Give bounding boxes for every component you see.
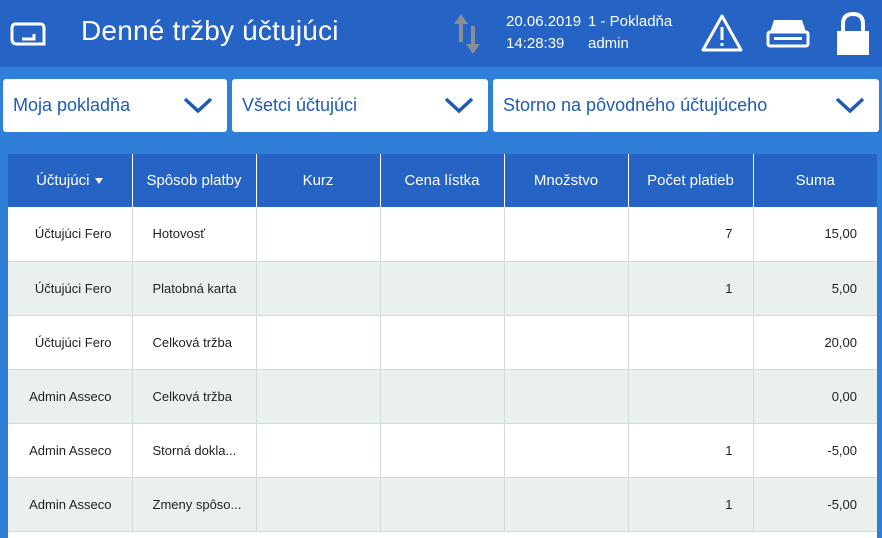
top-bar: Denné tržby účtujúci 20.06.2019 14:28:39… (0, 0, 882, 67)
table-row[interactable]: Účtujúci Fero Hotovosť 7 15,00 (8, 207, 877, 262)
cell-rate (256, 207, 381, 262)
cashier-select[interactable]: Všetci účtujúci (232, 79, 488, 132)
cell-cashier: Admin Asseco (8, 477, 133, 532)
page-title: Denné tržby účtujúci (81, 15, 339, 46)
cell-sum: 5,00 (753, 261, 877, 316)
cell-payment: Celková tržba (132, 369, 257, 424)
cell-quantity (504, 369, 629, 424)
sales-table: Účtujúci Spôsob platby Kurz Cena lístka … (8, 154, 877, 538)
cell-payment: Celková tržba (132, 315, 257, 370)
cell-rate (256, 423, 381, 478)
cell-payment: Storná dokla... (132, 423, 257, 478)
cell-sum: -5,00 (753, 423, 877, 478)
cell-payment: Platobná karta (132, 261, 257, 316)
table-row[interactable]: Admin Asseco Celková tržba 0,00 (8, 369, 877, 424)
cell-cashier: Admin Asseco (8, 423, 133, 478)
printer-icon[interactable] (766, 16, 810, 50)
cell-sum: -5,00 (753, 477, 877, 532)
column-header-ticket-price[interactable]: Cena lístka (380, 154, 505, 207)
cell-cashier: Účtujúci Fero (8, 261, 133, 316)
sort-descending-icon (95, 178, 104, 185)
register-select[interactable]: Moja pokladňa (3, 79, 227, 132)
warning-icon[interactable] (700, 13, 744, 53)
sync-arrows-icon[interactable] (452, 12, 482, 56)
table-row[interactable]: Účtujúci Fero Celková tržba 20,00 (8, 315, 877, 370)
chevron-down-icon (835, 97, 865, 114)
current-date: 20.06.2019 (506, 13, 582, 30)
cell-quantity (504, 315, 629, 370)
cell-ticket-price (380, 207, 505, 262)
cell-ticket-price (380, 369, 505, 424)
cell-cashier: Účtujúci Fero (8, 207, 133, 262)
register-select-value: Moja pokladňa (13, 95, 131, 115)
cashier-select-value: Všetci účtujúci (242, 95, 358, 115)
column-header-cashier[interactable]: Účtujúci (8, 154, 133, 207)
cell-quantity (504, 423, 629, 478)
chevron-down-icon (444, 97, 474, 114)
cell-sum: 15,00 (753, 207, 877, 262)
column-header-sum[interactable]: Suma (753, 154, 877, 207)
table-row[interactable]: Admin Asseco Storná dokla... 1 -5,00 (8, 423, 877, 478)
column-header-rate[interactable]: Kurz (256, 154, 381, 207)
cell-payment-count (628, 369, 754, 424)
cell-payment-count (628, 315, 754, 370)
cell-payment: Zmeny spôso... (132, 477, 257, 532)
lock-icon[interactable] (834, 11, 872, 57)
cell-payment-count: 1 (628, 261, 754, 316)
storno-select[interactable]: Storno na pôvodného účtujúceho (493, 79, 879, 132)
column-header-quantity[interactable]: Množstvo (504, 154, 629, 207)
register-name: 1 - Pokladňa (588, 13, 673, 30)
chevron-down-icon (183, 97, 213, 114)
app-logo-icon[interactable] (10, 22, 46, 47)
cell-quantity (504, 207, 629, 262)
cell-ticket-price (380, 477, 505, 532)
table-header-row: Účtujúci Spôsob platby Kurz Cena lístka … (8, 154, 877, 207)
cell-ticket-price (380, 423, 505, 478)
table-row[interactable]: Účtujúci Fero Platobná karta 1 5,00 (8, 261, 877, 316)
cell-sum: 20,00 (753, 315, 877, 370)
cell-rate (256, 369, 381, 424)
cell-quantity (504, 477, 629, 532)
cell-payment-count: 1 (628, 423, 754, 478)
cell-payment: Hotovosť (132, 207, 257, 262)
table-row[interactable]: Admin Asseco Zmeny spôso... 1 -5,00 (8, 477, 877, 532)
cell-sum: 0,00 (753, 369, 877, 424)
cell-quantity (504, 261, 629, 316)
cell-ticket-price (380, 261, 505, 316)
cell-cashier: Admin Asseco (8, 369, 133, 424)
cell-payment-count: 7 (628, 207, 754, 262)
storno-select-value: Storno na pôvodného účtujúceho (503, 95, 768, 115)
cell-payment-count: 1 (628, 477, 754, 532)
column-header-payment-count[interactable]: Počet platieb (628, 154, 754, 207)
current-time: 14:28:39 (506, 35, 565, 52)
cell-ticket-price (380, 315, 505, 370)
cell-rate (256, 315, 381, 370)
column-header-payment[interactable]: Spôsob platby (132, 154, 257, 207)
cell-rate (256, 261, 381, 316)
cell-cashier: Účtujúci Fero (8, 315, 133, 370)
logged-user: admin (588, 35, 629, 52)
cell-rate (256, 477, 381, 532)
